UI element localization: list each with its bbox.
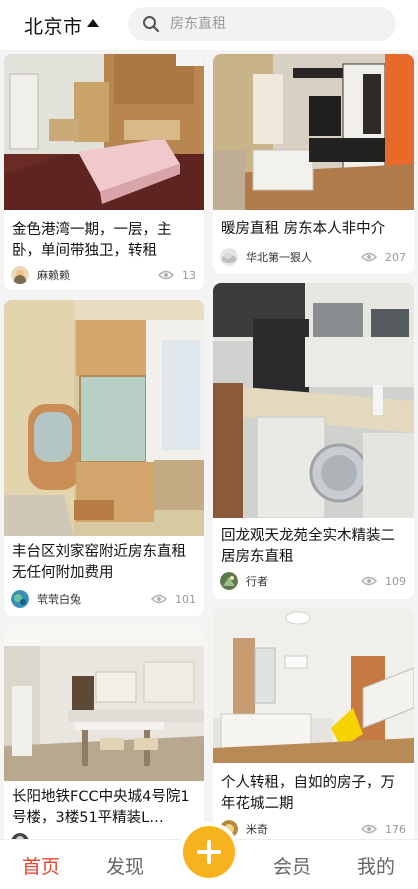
- avatar: [220, 572, 238, 590]
- eye-icon: [158, 270, 174, 280]
- eye-icon: [151, 594, 167, 604]
- view-count: 207: [361, 251, 406, 264]
- listing-photo: [213, 54, 414, 210]
- listing-card[interactable]: 个人转租，自如的房子，万年花城二期 米奇 176: [213, 608, 414, 839]
- listing-feed[interactable]: 金色港湾一期，一层，主卧，单间带独卫，转租 麻赖赖 13 暖房直租 房东本人非中…: [0, 50, 418, 839]
- view-count: 176: [361, 823, 406, 836]
- listing-card[interactable]: 回龙观天龙苑全实木精装二居房东直租 行者 109: [213, 283, 414, 599]
- search-input[interactable]: [170, 16, 380, 32]
- view-count-value: 101: [175, 592, 196, 606]
- eye-icon: [361, 576, 377, 586]
- listing-meta: 麻赖赖 13: [11, 264, 196, 286]
- listing-photo: [4, 54, 204, 210]
- listing-photo: [213, 283, 414, 518]
- tab-member[interactable]: 会员: [257, 840, 327, 889]
- listing-photo: [4, 626, 204, 781]
- avatar: [220, 248, 238, 266]
- listing-meta: 茕茕白兔 101: [11, 588, 196, 610]
- view-count-value: 207: [385, 250, 406, 264]
- avatar: [11, 266, 29, 284]
- listing-meta: [11, 831, 196, 839]
- view-count: 13: [158, 269, 196, 282]
- caret-up-icon: [86, 19, 99, 27]
- view-count-value: 13: [182, 268, 196, 282]
- search-bar[interactable]: [128, 7, 396, 41]
- view-count-value: 109: [385, 574, 406, 588]
- avatar: [11, 590, 29, 608]
- listing-card[interactable]: 丰台区刘家窑附近房东直租无任何附加费用 茕茕白兔 101: [4, 300, 204, 616]
- listing-title: 长阳地铁FCC中央城4号院1号楼，3楼51平精装L…: [12, 789, 190, 826]
- listing-card[interactable]: 长阳地铁FCC中央城4号院1号楼，3楼51平精装L…: [4, 626, 204, 839]
- plus-icon: [197, 840, 221, 864]
- author-name: 麻赖赖: [37, 269, 70, 282]
- listing-meta: 米奇 176: [220, 818, 406, 839]
- listing-photo: [213, 608, 414, 763]
- top-bar: 北京市: [0, 0, 418, 50]
- listing-meta: 华北第一狠人 207: [220, 246, 406, 268]
- view-count: 109: [361, 575, 406, 588]
- listing-card[interactable]: 暖房直租 房东本人非中介 华北第一狠人 207: [213, 54, 414, 274]
- author-name: 茕茕白兔: [37, 593, 81, 606]
- tab-mine[interactable]: 我的: [341, 840, 411, 889]
- listing-title: 金色港湾一期，一层，主卧，单间带独卫，转租: [12, 222, 172, 259]
- tab-discover[interactable]: 发现: [90, 840, 160, 889]
- city-name: 北京市: [24, 15, 83, 38]
- author-name: 米奇: [246, 823, 268, 836]
- listing-title: 暖房直租 房东本人非中介: [221, 221, 386, 237]
- listing-title: 丰台区刘家窑附近房东直租无任何附加费用: [12, 544, 186, 581]
- eye-icon: [361, 252, 377, 262]
- view-count: 101: [151, 593, 196, 606]
- listing-title: 回龙观天龙苑全实木精装二居房东直租: [221, 528, 395, 565]
- author-name: 华北第一狠人: [246, 251, 312, 264]
- search-icon: [142, 15, 160, 33]
- listing-title: 个人转租，自如的房子，万年花城二期: [221, 775, 395, 812]
- listing-meta: 行者 109: [220, 570, 406, 592]
- listing-photo: [4, 300, 204, 536]
- author-name: 行者: [246, 575, 268, 588]
- publish-button[interactable]: [183, 826, 235, 878]
- city-selector[interactable]: 北京市: [24, 0, 118, 50]
- eye-icon: [361, 824, 377, 834]
- listing-card[interactable]: 金色港湾一期，一层，主卧，单间带独卫，转租 麻赖赖 13: [4, 54, 204, 290]
- view-count-value: 176: [385, 822, 406, 836]
- tab-home[interactable]: 首页: [6, 840, 76, 889]
